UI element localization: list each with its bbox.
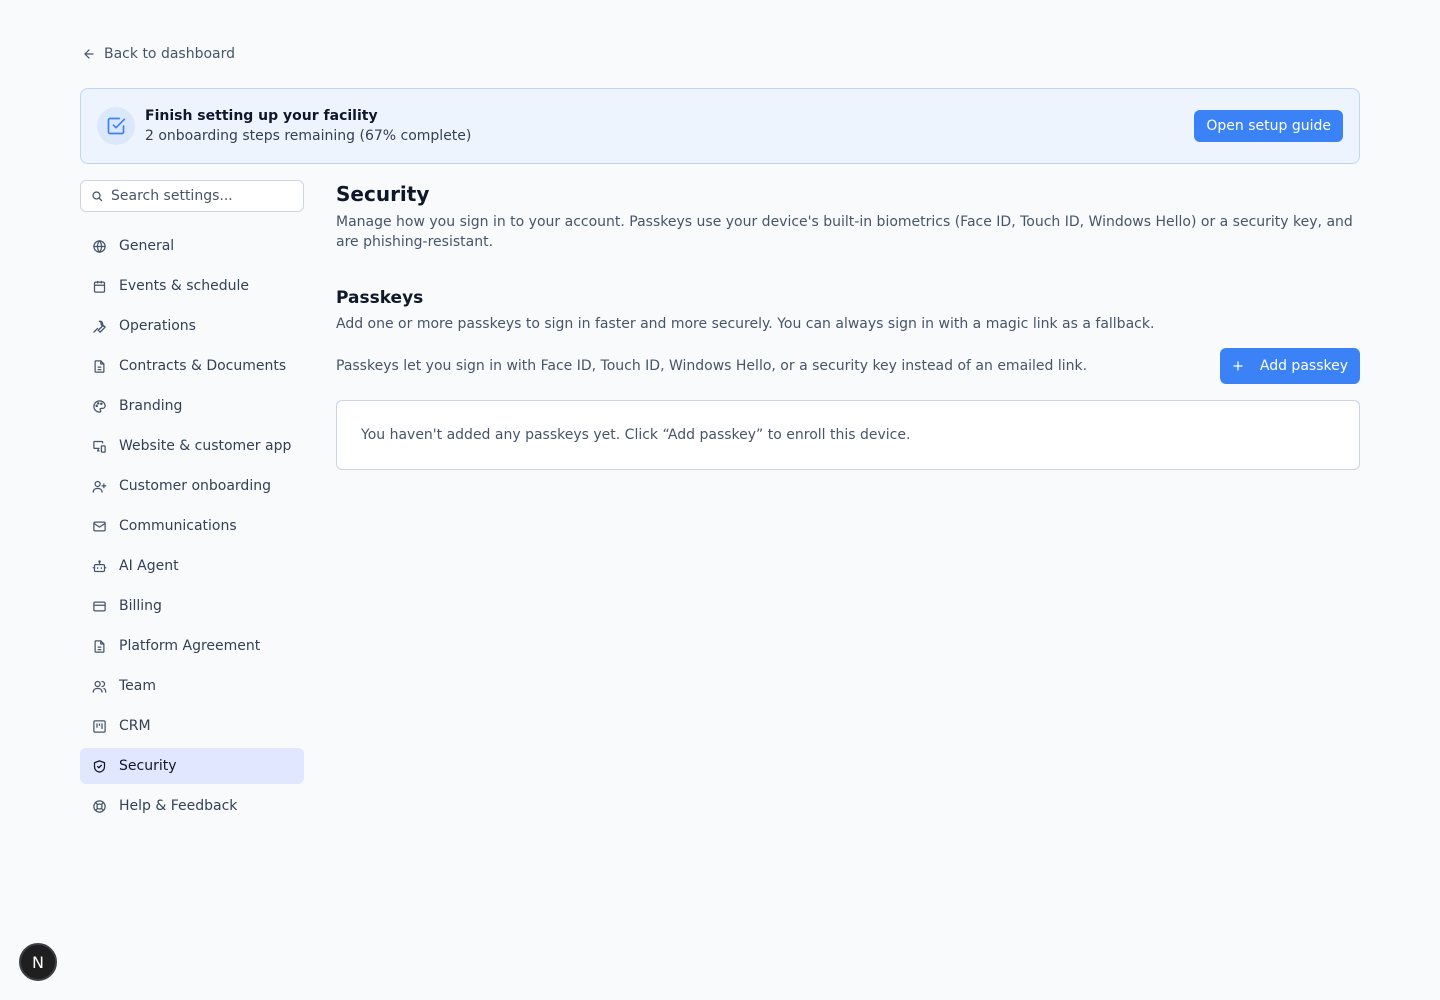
- sidebar-item-label: AI Agent: [119, 558, 179, 574]
- kanban-icon: [93, 719, 106, 733]
- document-icon: [94, 639, 105, 653]
- sidebar-item-events-schedule[interactable]: Events & schedule: [80, 268, 304, 304]
- settings-sidebar: General Events & schedule Operations Con…: [80, 228, 304, 828]
- sidebar-item-label: Communications: [119, 518, 237, 534]
- sidebar-item-website-customer-app[interactable]: Website & customer app: [80, 428, 304, 464]
- calendar-icon: [93, 280, 106, 293]
- sidebar-item-billing[interactable]: Billing: [80, 588, 304, 624]
- bot-icon: [92, 559, 107, 572]
- add-passkey-label: Add passkey: [1259, 358, 1348, 374]
- passkeys-info-text: Passkeys let you sign in with Face ID, T…: [336, 358, 1088, 374]
- search-icon: [92, 191, 103, 202]
- page-description: Manage how you sign in to your account. …: [336, 214, 1353, 250]
- sidebar-item-crm[interactable]: CRM: [80, 708, 304, 744]
- arrow-left-icon: [84, 49, 94, 59]
- palette-icon: [93, 399, 106, 413]
- page-title: Security: [336, 182, 430, 206]
- banner-subtitle: 2 onboarding steps remaining (67% comple…: [145, 128, 472, 144]
- next-dev-tools-button[interactable]: N: [19, 943, 57, 981]
- sidebar-item-general[interactable]: General: [80, 228, 304, 264]
- sidebar-item-label: Branding: [119, 398, 183, 414]
- add-passkey-button[interactable]: Add passkey: [1219, 348, 1360, 384]
- plus-icon: [1233, 361, 1243, 371]
- sidebar-item-ai-agent[interactable]: AI Agent: [80, 548, 304, 584]
- banner-icon-wrap: [97, 107, 135, 145]
- banner-text: Finish setting up your facility 2 onboar…: [145, 108, 1194, 144]
- sidebar-item-label: Help & Feedback: [119, 798, 238, 814]
- passkeys-title: Passkeys: [336, 288, 424, 308]
- sidebar-item-label: Customer onboarding: [119, 478, 271, 494]
- sidebar-item-communications[interactable]: Communications: [80, 508, 304, 544]
- passkeys-description: Add one or more passkeys to sign in fast…: [336, 316, 1155, 332]
- search-box[interactable]: [80, 180, 304, 212]
- sidebar-item-customer-onboarding[interactable]: Customer onboarding: [80, 468, 304, 504]
- user-plus-icon: [92, 480, 107, 493]
- banner-title: Finish setting up your facility: [145, 108, 378, 124]
- checkbox-icon: [107, 117, 126, 135]
- setup-banner: Finish setting up your facility 2 onboar…: [80, 88, 1360, 164]
- sidebar-item-label: Security: [119, 758, 177, 774]
- security-content: Security Manage how you sign in to your …: [336, 180, 1360, 470]
- open-setup-guide-button[interactable]: Open setup guide: [1194, 110, 1343, 142]
- shield-icon: [93, 759, 106, 773]
- lifebuoy-icon: [93, 799, 106, 813]
- sidebar-item-label: Platform Agreement: [119, 638, 261, 654]
- sidebar-item-label: Team: [119, 678, 157, 694]
- sidebar-item-help-feedback[interactable]: Help & Feedback: [80, 788, 304, 824]
- sidebar-item-label: Contracts & Documents: [119, 358, 287, 374]
- passkeys-action-row: Passkeys let you sign in with Face ID, T…: [336, 348, 1360, 384]
- sidebar-item-team[interactable]: Team: [80, 668, 304, 704]
- passkeys-empty-state: You haven't added any passkeys yet. Clic…: [336, 400, 1360, 470]
- globe-icon: [93, 239, 106, 253]
- search-input[interactable]: [111, 188, 293, 204]
- mail-icon: [93, 521, 106, 531]
- sidebar-item-platform-agreement[interactable]: Platform Agreement: [80, 628, 304, 664]
- sidebar-item-operations[interactable]: Operations: [80, 308, 304, 344]
- document-icon: [94, 359, 105, 373]
- sidebar-item-security[interactable]: Security: [80, 748, 304, 784]
- sidebar-item-branding[interactable]: Branding: [80, 388, 304, 424]
- sidebar-item-label: Operations: [119, 318, 196, 334]
- settings-page: Back to dashboard Finish setting up your…: [0, 0, 1440, 1000]
- sidebar-item-label: Billing: [119, 598, 162, 614]
- sidebar-item-label: Events & schedule: [119, 278, 249, 294]
- credit-card-icon: [93, 601, 106, 611]
- users-icon: [92, 680, 107, 693]
- devices-icon: [93, 440, 106, 453]
- back-to-dashboard-link[interactable]: Back to dashboard: [82, 46, 235, 62]
- sidebar-item-contracts-documents[interactable]: Contracts & Documents: [80, 348, 304, 384]
- wrench-icon: [93, 320, 106, 333]
- empty-state-message: You haven't added any passkeys yet. Clic…: [361, 427, 911, 443]
- sidebar-item-label: CRM: [119, 718, 151, 734]
- sidebar-item-label: Website & customer app: [119, 438, 292, 454]
- back-link-label: Back to dashboard: [104, 46, 236, 62]
- sidebar-item-label: General: [119, 238, 175, 254]
